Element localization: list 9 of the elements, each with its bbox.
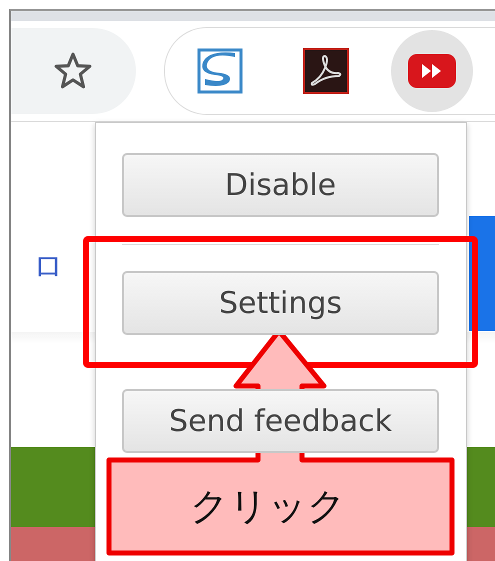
menu-button[interactable]: Disable	[122, 153, 439, 217]
address-bar[interactable]	[11, 28, 136, 114]
pdf-logo-icon	[303, 48, 349, 94]
fast-forward-icon	[407, 53, 457, 89]
s-logo-icon	[197, 48, 243, 94]
menu-button[interactable]: Send feedback	[122, 389, 439, 453]
page-link[interactable]: ロ	[33, 246, 64, 287]
callout-text: クリック	[190, 483, 346, 530]
menu-button[interactable]: Settings	[122, 271, 439, 335]
